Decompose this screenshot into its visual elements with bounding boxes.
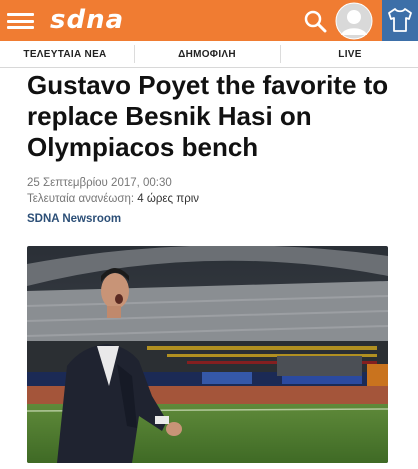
article-date: 25 Σεπτεμβρίου 2017, 00:30 [27, 177, 172, 189]
updated-value: 4 ώρες πριν [137, 193, 200, 205]
top-bar: sdna [0, 0, 418, 41]
tab-latest-news[interactable]: ΤΕΛΕΥΤΑΙΑ ΝΕΑ [0, 41, 130, 67]
tab-popular[interactable]: ΔΗΜΟΦΙΛΗ [137, 41, 277, 67]
coach-celebrating-photo [27, 246, 388, 463]
tab-divider [134, 45, 135, 63]
tab-live[interactable]: LIVE [290, 41, 410, 67]
user-avatar-icon[interactable] [335, 2, 373, 40]
section-tabs: ΤΕΛΕΥΤΑΙΑ ΝΕΑ ΔΗΜΟΦΙΛΗ LIVE [0, 41, 418, 68]
tab-divider [280, 45, 281, 63]
search-icon[interactable] [303, 9, 327, 33]
menu-icon[interactable] [7, 13, 34, 29]
article-title: Gustavo Poyet the favorite to replace Be… [27, 70, 389, 162]
article-updated: Τελευταία ανανέωση: 4 ώρες πριν [27, 193, 199, 205]
article-photo[interactable] [27, 246, 388, 463]
article-author[interactable]: SDNA Newsroom [27, 213, 121, 225]
jersey-icon [388, 8, 412, 32]
updated-label: Τελευταία ανανέωση: [27, 193, 135, 205]
site-logo[interactable]: sdna [50, 5, 124, 35]
jersey-button[interactable] [382, 0, 418, 41]
